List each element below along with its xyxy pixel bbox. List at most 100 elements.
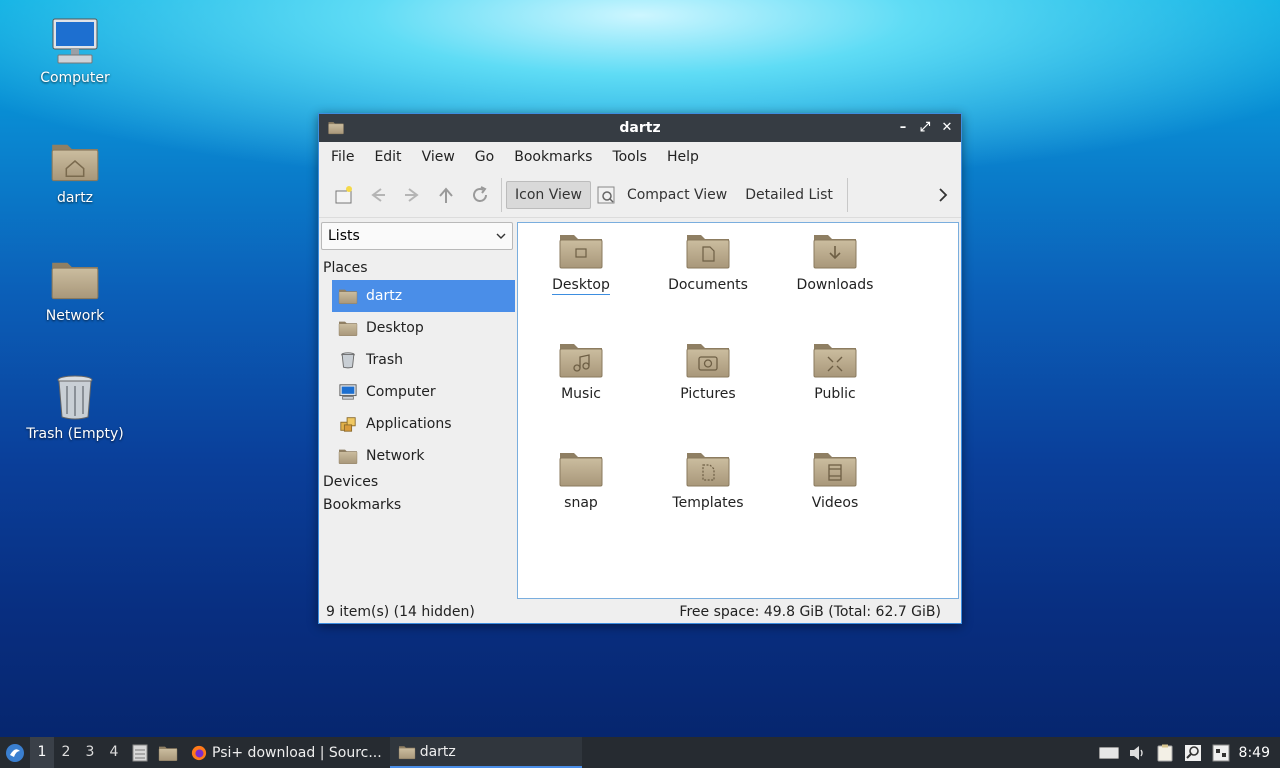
menubar: File Edit View Go Bookmarks Tools Help — [319, 142, 961, 172]
reload-button[interactable] — [463, 178, 497, 212]
back-arrow-icon — [371, 187, 385, 202]
minimize-button[interactable]: – — [895, 119, 911, 137]
file-item-desktop[interactable]: Desktop — [521, 229, 641, 295]
menu-tools[interactable]: Tools — [606, 149, 653, 165]
place-item-home[interactable]: dartz — [332, 280, 515, 312]
places-list: dartz Desktop Trash Computer Application… — [321, 280, 515, 472]
firefox-icon — [191, 745, 207, 760]
window-titlebar[interactable]: dartz – ⤢ ✕ — [319, 114, 961, 142]
side-pane-mode-value: Lists — [328, 228, 360, 244]
workspace-2[interactable]: 2 — [54, 737, 78, 768]
file-item-pictures[interactable]: Pictures — [648, 338, 768, 402]
quicklaunch-file-manager[interactable] — [126, 737, 154, 768]
place-label: Network — [366, 448, 425, 464]
new-tab-icon — [335, 185, 352, 203]
file-item-snap[interactable]: snap — [521, 447, 641, 511]
file-name: Templates — [672, 495, 744, 511]
task-file-manager[interactable]: dartz — [389, 737, 582, 768]
file-name: Pictures — [680, 386, 736, 402]
file-name: Music — [561, 386, 601, 402]
lxqt-logo-icon — [6, 743, 24, 762]
thumbnail-view-button[interactable] — [593, 178, 619, 212]
menu-go[interactable]: Go — [469, 149, 500, 165]
desktop-icon-network[interactable]: Network — [20, 254, 130, 324]
quicklaunch-screenshot[interactable] — [154, 737, 182, 768]
places-header[interactable]: Places — [321, 250, 515, 280]
place-item-desktop[interactable]: Desktop — [332, 312, 515, 344]
detailed-list-button[interactable]: Detailed List — [737, 181, 841, 209]
folder-icon — [558, 447, 604, 489]
forward-button[interactable] — [395, 178, 429, 212]
folder-icon — [327, 120, 345, 135]
file-manager-window: dartz – ⤢ ✕ File Edit View Go Bookmarks … — [318, 113, 962, 624]
file-name: Public — [814, 386, 856, 402]
desktop-icon-home[interactable]: dartz — [20, 136, 130, 206]
volume-tray[interactable] — [1123, 737, 1151, 768]
start-menu-button[interactable] — [0, 737, 30, 768]
place-item-network[interactable]: Network — [332, 440, 515, 472]
keyboard-layout-tray[interactable] — [1207, 737, 1235, 768]
file-item-public[interactable]: Public — [775, 338, 895, 402]
menu-edit[interactable]: Edit — [368, 149, 407, 165]
clipboard-icon — [1157, 744, 1173, 761]
thumbnail-view-icon — [597, 186, 615, 203]
item-count: 9 item(s) (14 hidden) — [326, 604, 475, 620]
file-item-documents[interactable]: Documents — [648, 229, 768, 293]
place-item-computer[interactable]: Computer — [332, 376, 515, 408]
trash-icon — [57, 375, 93, 420]
desktop-icon-trash[interactable]: Trash (Empty) — [20, 372, 130, 442]
new-tab-button[interactable] — [327, 178, 361, 212]
trash-icon — [341, 352, 355, 369]
chevron-right-icon — [939, 188, 948, 202]
search-icon — [1184, 744, 1201, 761]
free-space: Free space: 49.8 GiB (Total: 62.7 GiB) — [679, 604, 941, 620]
icon-view-button[interactable]: Icon View — [506, 180, 591, 209]
back-button[interactable] — [361, 178, 395, 212]
search-tray[interactable] — [1179, 737, 1207, 768]
desktop-icon-computer[interactable]: Computer — [20, 16, 130, 86]
file-item-templates[interactable]: Templates — [648, 447, 768, 511]
devices-header[interactable]: Devices — [321, 472, 515, 495]
side-pane-mode-select[interactable]: Lists — [321, 222, 513, 250]
pictures-folder-icon — [685, 338, 731, 380]
workspace-1[interactable]: 1 — [30, 737, 54, 768]
menu-bookmarks[interactable]: Bookmarks — [508, 149, 598, 165]
file-name: Videos — [811, 495, 859, 511]
file-item-downloads[interactable]: Downloads — [775, 229, 895, 293]
place-label: dartz — [366, 288, 403, 304]
menu-help[interactable]: Help — [661, 149, 705, 165]
file-view[interactable]: Desktop Documents Downloads Music Pictur… — [517, 222, 959, 599]
maximize-button[interactable]: ⤢ — [917, 119, 933, 137]
videos-folder-icon — [812, 447, 858, 489]
desktop-folder-icon — [338, 319, 358, 337]
place-item-applications[interactable]: Applications — [332, 408, 515, 440]
close-button[interactable]: ✕ — [939, 119, 955, 137]
file-item-videos[interactable]: Videos — [775, 447, 895, 511]
network-folder-icon — [50, 254, 100, 304]
up-button[interactable] — [429, 178, 463, 212]
chevron-down-icon — [496, 233, 506, 239]
bookmarks-header[interactable]: Bookmarks — [321, 495, 515, 518]
forward-arrow-icon — [405, 187, 419, 202]
task-label: dartz — [419, 743, 456, 760]
toolbar-overflow-button[interactable] — [933, 182, 953, 208]
file-item-music[interactable]: Music — [521, 338, 641, 402]
clock[interactable]: 8:49 — [1235, 745, 1280, 761]
keyboard-tray[interactable] — [1095, 737, 1123, 768]
clipboard-tray[interactable] — [1151, 737, 1179, 768]
desktop-icon-label: Trash (Empty) — [26, 426, 124, 442]
menu-view[interactable]: View — [416, 149, 461, 165]
place-label: Applications — [366, 416, 452, 432]
documents-folder-icon — [685, 229, 731, 271]
workspace-4[interactable]: 4 — [102, 737, 126, 768]
applications-icon — [340, 417, 356, 432]
menu-file[interactable]: File — [325, 149, 360, 165]
file-name: snap — [564, 495, 598, 511]
task-firefox[interactable]: Psi+ download | Sourc... — [182, 737, 390, 768]
computer-icon — [339, 384, 357, 400]
place-item-trash[interactable]: Trash — [332, 344, 515, 376]
workspace-3[interactable]: 3 — [78, 737, 102, 768]
status-bar: 9 item(s) (14 hidden) Free space: 49.8 G… — [319, 601, 961, 623]
file-name: Downloads — [796, 277, 874, 293]
compact-view-button[interactable]: Compact View — [619, 181, 735, 209]
